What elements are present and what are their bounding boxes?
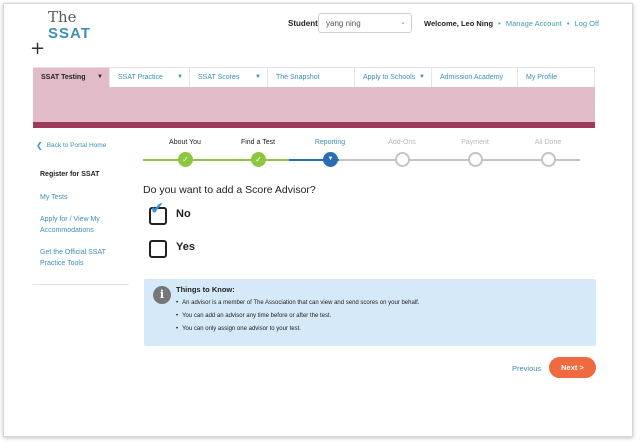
step-find-a-test: Find a Test ✓ — [218, 139, 298, 167]
log-off-link[interactable]: Log Off — [575, 19, 599, 28]
nav-item-ssat-practice[interactable]: SSAT Practice ▼ — [110, 68, 190, 88]
info-list: An advisor is a member of The Associatio… — [176, 297, 419, 336]
separator-dot: • — [566, 19, 570, 28]
section-banner — [33, 87, 595, 122]
nav-label: SSAT Testing — [41, 74, 86, 81]
nav-label: SSAT Practice — [118, 74, 163, 81]
student-label: Student: — [288, 19, 321, 28]
empty-circle-icon — [468, 152, 483, 167]
nav-label: My Profile — [526, 74, 558, 81]
back-to-portal-link[interactable]: ❮ Back to Portal Home — [36, 140, 107, 150]
chevron-left-icon: ❮ — [36, 141, 43, 150]
step-label: About You — [169, 139, 201, 146]
caret-down-icon: ▼ — [419, 74, 425, 80]
nav-label: Admission Academy — [440, 74, 504, 81]
nav-item-my-profile[interactable]: My Profile — [518, 68, 595, 88]
info-item: You can add an advisor any time before o… — [176, 310, 419, 323]
step-label: Payment — [461, 139, 489, 146]
back-link-label: Back to Portal Home — [46, 142, 107, 149]
option-no-label: No — [176, 208, 191, 220]
chevron-down-icon: ⌄ — [400, 19, 406, 26]
step-label: Reporting — [314, 139, 346, 146]
info-item: An advisor is a member of The Associatio… — [176, 297, 419, 310]
step-label: Add-Ons — [388, 139, 416, 146]
step-payment: Payment — [435, 139, 515, 167]
separator-dot: • — [498, 19, 501, 28]
info-item: You can only assign one advisor to your … — [176, 323, 419, 336]
student-select[interactable]: yang ning ⌄ — [318, 13, 412, 33]
step-add-ons: Add-Ons — [362, 139, 442, 167]
main-nav: SSAT Testing ▼ SSAT Practice ▼ SSAT Scor… — [33, 67, 595, 88]
nav-label: Apply to Schools — [363, 74, 416, 81]
sidebar-item-my-tests[interactable]: My Tests — [40, 193, 120, 204]
empty-circle-icon — [395, 152, 410, 167]
manage-account-link[interactable]: Manage Account — [506, 19, 562, 28]
logo-plus-mark: + — [30, 38, 46, 59]
sidebar-heading: Register for SSAT — [40, 171, 100, 178]
step-label: Find a Test — [240, 139, 276, 146]
sidebar-item-accommodations[interactable]: Apply for / View My Accommodations — [40, 215, 120, 236]
nav-item-the-snapshot[interactable]: The Snapshot — [268, 68, 355, 88]
step-all-done: All Done — [508, 139, 588, 167]
next-button[interactable]: Next > — [549, 357, 596, 378]
nav-item-ssat-scores[interactable]: SSAT Scores ▼ — [190, 68, 268, 88]
progress-steps: About You ✓ Find a Test ✓ Reporting ▼ Ad… — [143, 139, 580, 171]
student-select-value: yang ning — [326, 19, 361, 28]
ssat-logo[interactable]: The SSAT — [48, 8, 91, 42]
nav-label: SSAT Scores — [198, 74, 240, 81]
account-bar: Welcome, Leo Ning • Manage Account • Log… — [424, 19, 599, 28]
sidebar-divider — [33, 284, 129, 285]
caret-down-icon: ▼ — [177, 74, 183, 80]
nav-label: The Snapshot — [276, 74, 320, 81]
checkbox-yes[interactable] — [149, 240, 167, 258]
nav-item-apply-to-schools[interactable]: Apply to Schools ▼ — [355, 68, 432, 88]
checkmark-icon: ✔ — [150, 199, 165, 219]
previous-link[interactable]: Previous — [512, 364, 541, 373]
info-title: Things to Know: — [176, 285, 235, 294]
checkmark-icon: ✓ — [251, 152, 266, 167]
option-yes-label: Yes — [176, 241, 195, 253]
caret-down-icon: ▼ — [255, 74, 261, 80]
sidebar-item-practice-tools[interactable]: Get the Official SSAT Practice Tools — [40, 248, 120, 269]
step-reporting: Reporting ▼ — [290, 139, 370, 167]
things-to-know-box: i Things to Know: An advisor is a member… — [144, 279, 596, 346]
welcome-text: Welcome, Leo Ning — [424, 19, 494, 28]
step-about-you: About You ✓ — [145, 139, 225, 167]
section-banner-bar — [33, 122, 595, 128]
nav-item-admission-academy[interactable]: Admission Academy — [432, 68, 518, 88]
logo-text-the: The — [48, 8, 77, 26]
step-label: All Done — [534, 139, 562, 146]
logo-text-ssat: SSAT — [48, 25, 91, 42]
question-heading: Do you want to add a Score Advisor? — [143, 184, 316, 196]
checkmark-icon: ✓ — [178, 152, 193, 167]
empty-circle-icon — [541, 152, 556, 167]
nav-item-ssat-testing[interactable]: SSAT Testing ▼ — [33, 68, 110, 88]
chevron-down-icon: ▼ — [323, 152, 338, 167]
info-icon: i — [153, 286, 171, 304]
progress-line-complete — [143, 159, 289, 161]
caret-down-icon: ▼ — [97, 74, 103, 80]
